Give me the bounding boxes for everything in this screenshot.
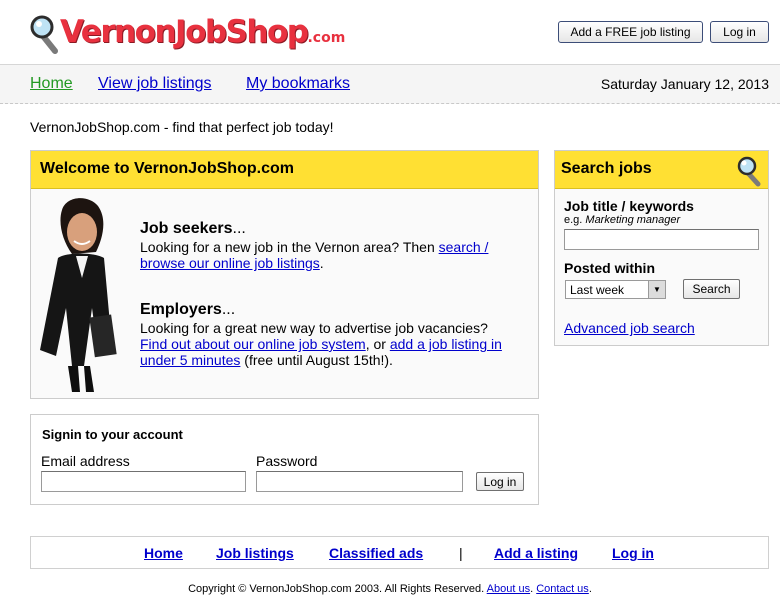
footer-home-link[interactable]: Home: [144, 545, 183, 561]
employers-text: Looking for a great new way to advertise…: [140, 320, 502, 368]
online-job-system-link[interactable]: Find out about our online job system: [140, 336, 366, 352]
signin-panel: Signin to your account Email address Pas…: [30, 414, 539, 505]
footer-login-link[interactable]: Log in: [612, 545, 654, 561]
tagline: VernonJobShop.com - find that perfect jo…: [30, 119, 334, 135]
employers-heading: Employers...: [140, 301, 236, 318]
site-logo[interactable]: VernonJobShop.com: [30, 12, 345, 56]
job-seekers-text: Looking for a new job in the Vernon area…: [140, 239, 489, 271]
magnifier-icon: [30, 15, 58, 54]
keyword-label: Job title / keywords: [564, 198, 694, 214]
search-button[interactable]: Search: [683, 279, 740, 299]
footer-separator: |: [459, 545, 463, 561]
advanced-search-link[interactable]: Advanced job search: [564, 320, 695, 336]
add-listing-link-cont[interactable]: under 5 minutes: [140, 352, 240, 368]
email-field[interactable]: [41, 471, 246, 492]
copyright: Copyright © VernonJobShop.com 2003. All …: [188, 583, 592, 595]
main-nav: Home View job listings My bookmarks Satu…: [0, 64, 780, 104]
password-label: Password: [256, 453, 318, 469]
footer-add-listing-link[interactable]: Add a listing: [494, 545, 578, 561]
nav-view-job-listings[interactable]: View job listings: [98, 75, 212, 93]
current-date: Saturday January 12, 2013: [600, 76, 769, 92]
posted-within-value: Last week: [570, 283, 625, 297]
email-label: Email address: [41, 453, 130, 469]
add-listing-link[interactable]: add a job listing in: [390, 336, 502, 352]
posted-within-label: Posted within: [564, 260, 655, 276]
keyword-hint: e.g. Marketing manager: [564, 214, 681, 226]
footer-job-listings-link[interactable]: Job listings: [216, 545, 294, 561]
logo-wordmark: VernonJobShop.com: [60, 14, 346, 50]
search-listings-link[interactable]: search /: [439, 239, 489, 255]
job-seekers-heading: Job seekers...: [140, 220, 246, 237]
keyword-input[interactable]: [564, 229, 759, 250]
contact-us-link[interactable]: Contact us: [536, 583, 589, 595]
welcome-title: Welcome to VernonJobShop.com: [31, 151, 538, 189]
search-panel: Search jobs Job title / keywords e.g. Ma…: [554, 150, 769, 346]
header-login-button[interactable]: Log in: [710, 21, 769, 43]
nav-my-bookmarks[interactable]: My bookmarks: [246, 75, 350, 93]
footer-nav: Home Job listings Classified ads | Add a…: [30, 536, 769, 569]
magnifier-icon: [737, 156, 761, 187]
add-free-listing-button[interactable]: Add a FREE job listing: [558, 21, 703, 43]
password-field[interactable]: [256, 471, 463, 492]
nav-home[interactable]: Home: [30, 75, 73, 93]
posted-within-select[interactable]: Last week ▼: [565, 280, 666, 299]
businesswoman-image: [40, 198, 117, 392]
about-us-link[interactable]: About us: [487, 583, 530, 595]
browse-listings-link[interactable]: browse our online job listings: [140, 255, 320, 271]
chevron-down-icon: ▼: [648, 281, 665, 298]
signin-login-button[interactable]: Log in: [476, 472, 524, 491]
footer-classified-ads-link[interactable]: Classified ads: [329, 545, 423, 561]
signin-title: Signin to your account: [42, 427, 183, 442]
